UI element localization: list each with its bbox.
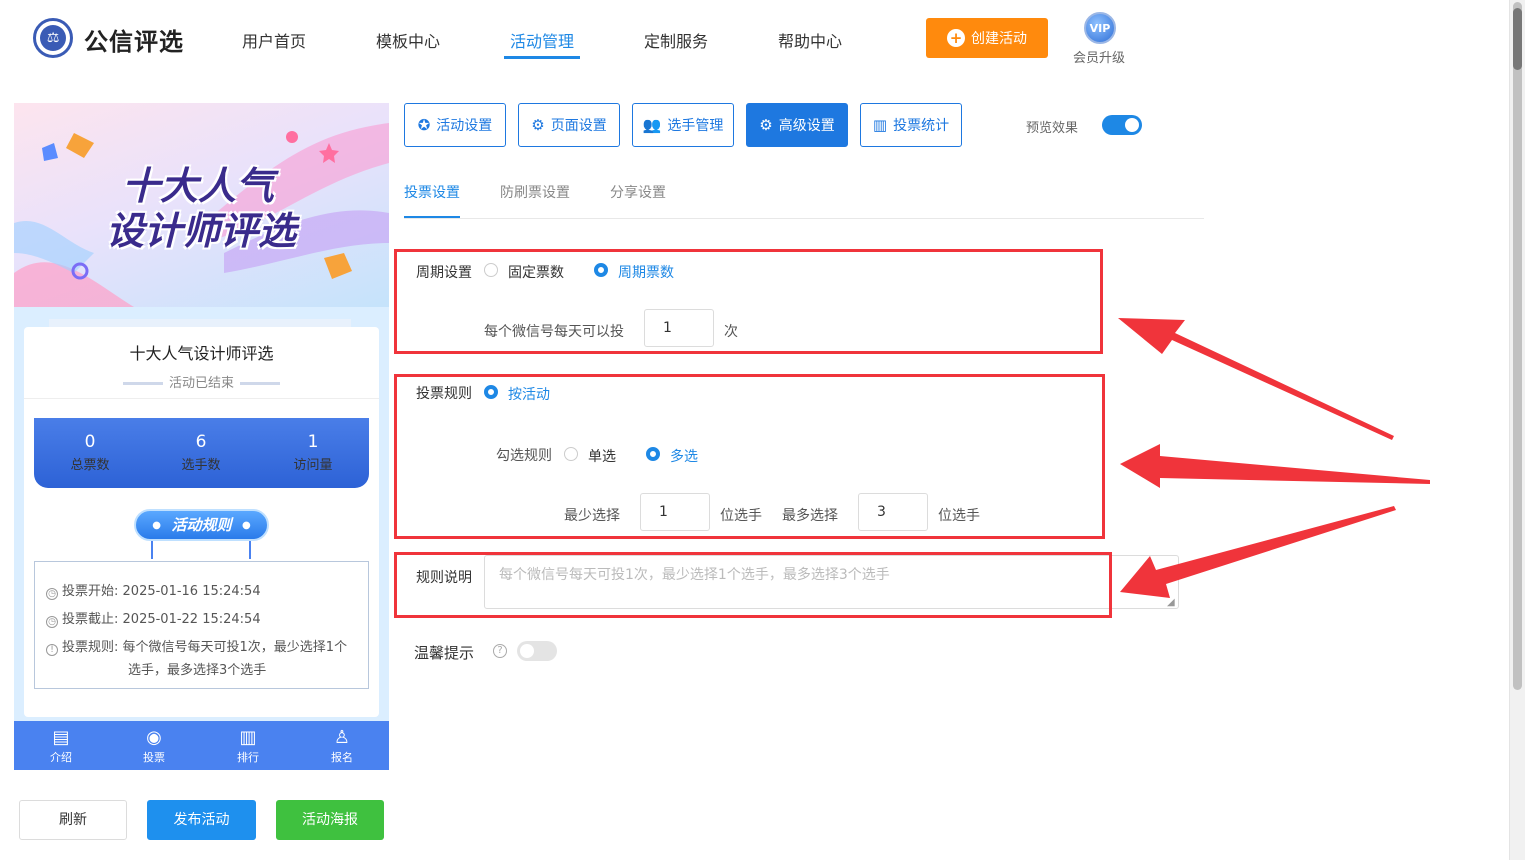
annotation-arrow-1 xyxy=(1118,318,1394,440)
annotation-arrows xyxy=(1118,318,1430,598)
annotation-arrow-3 xyxy=(1120,506,1396,598)
annotation-arrow-2 xyxy=(1120,444,1430,488)
